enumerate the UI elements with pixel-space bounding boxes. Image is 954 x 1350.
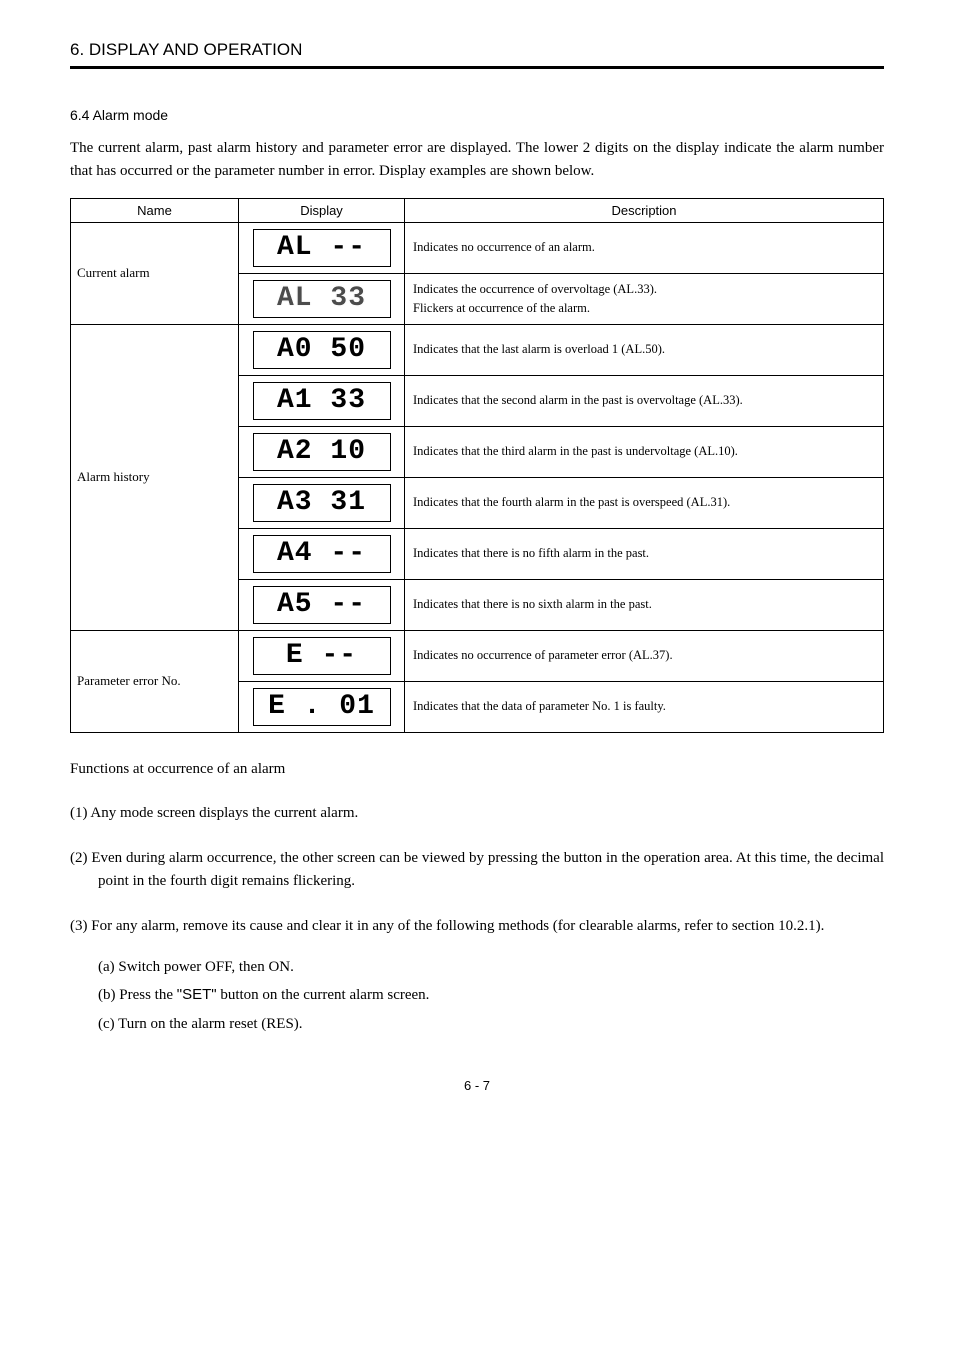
- display-cell: A4 --: [239, 528, 405, 579]
- display-cell: A1 33: [239, 375, 405, 426]
- display-cell: A0 50: [239, 324, 405, 375]
- segment-display-text: A4 --: [277, 538, 366, 569]
- segment-display-text: A2 10: [277, 436, 366, 467]
- table-header-name: Name: [71, 198, 239, 222]
- table-row: Alarm historyA0 50Indicates that the las…: [71, 324, 884, 375]
- display-cell: A5 --: [239, 579, 405, 630]
- section-header: 6. DISPLAY AND OPERATION: [70, 40, 884, 69]
- segment-display-text: A1 33: [277, 385, 366, 416]
- sub-section-header: 6.4 Alarm mode: [70, 107, 884, 123]
- segment-display-text: AL 33: [277, 283, 366, 314]
- segment-display-box: A4 --: [253, 535, 391, 573]
- segment-display-text: A5 --: [277, 589, 366, 620]
- display-cell: E --: [239, 630, 405, 681]
- segment-display-box: AL 33: [253, 280, 391, 318]
- description-cell: Indicates that there is no fifth alarm i…: [405, 528, 884, 579]
- group-name-cell: Parameter error No.: [71, 630, 239, 732]
- function-item-1: (1) Any mode screen displays the current…: [70, 802, 884, 825]
- segment-display-box: A0 50: [253, 331, 391, 369]
- description-cell: Indicates no occurrence of parameter err…: [405, 630, 884, 681]
- table-row: Current alarmAL --Indicates no occurrenc…: [71, 222, 884, 273]
- sub-item-b: (b) Press the "SET" button on the curren…: [70, 981, 884, 1010]
- segment-display-text: A3 31: [277, 487, 366, 518]
- sub-item-c: (c) Turn on the alarm reset (RES).: [70, 1010, 884, 1039]
- alarm-table: Name Display Description Current alarmAL…: [70, 198, 884, 733]
- segment-display-box: E --: [253, 637, 391, 675]
- sub-item-b-post: button on the current alarm screen.: [217, 987, 430, 1003]
- table-row: Parameter error No.E --Indicates no occu…: [71, 630, 884, 681]
- description-cell: Indicates that the third alarm in the pa…: [405, 426, 884, 477]
- description-cell: Indicates that the data of parameter No.…: [405, 681, 884, 732]
- intro-paragraph: The current alarm, past alarm history an…: [70, 137, 884, 184]
- segment-display-box: E . 01: [253, 688, 391, 726]
- sub-item-a: (a) Switch power OFF, then ON.: [70, 953, 884, 982]
- description-cell: Indicates the occurrence of overvoltage …: [405, 273, 884, 324]
- sub-item-b-pre: (b) Press the: [98, 987, 177, 1003]
- description-cell: Indicates that the second alarm in the p…: [405, 375, 884, 426]
- segment-display-box: A5 --: [253, 586, 391, 624]
- description-cell: Indicates no occurrence of an alarm.: [405, 222, 884, 273]
- page-number: 6 - 7: [70, 1078, 884, 1093]
- description-cell: Indicates that the fourth alarm in the p…: [405, 477, 884, 528]
- group-name-cell: Alarm history: [71, 324, 239, 630]
- display-cell: A2 10: [239, 426, 405, 477]
- set-button-label: "SET": [177, 986, 217, 1003]
- functions-heading: Functions at occurrence of an alarm: [70, 761, 884, 778]
- segment-display-box: A1 33: [253, 382, 391, 420]
- group-name-cell: Current alarm: [71, 222, 239, 324]
- description-cell: Indicates that there is no sixth alarm i…: [405, 579, 884, 630]
- table-header-description: Description: [405, 198, 884, 222]
- segment-display-box: A3 31: [253, 484, 391, 522]
- segment-display-text: E . 01: [268, 691, 375, 722]
- function-item-2: (2) Even during alarm occurrence, the ot…: [70, 847, 884, 894]
- display-cell: E . 01: [239, 681, 405, 732]
- segment-display-text: A0 50: [277, 334, 366, 365]
- table-header-display: Display: [239, 198, 405, 222]
- segment-display-box: A2 10: [253, 433, 391, 471]
- segment-display-text: E --: [286, 640, 357, 671]
- display-cell: AL --: [239, 222, 405, 273]
- display-cell: A3 31: [239, 477, 405, 528]
- display-cell: AL 33: [239, 273, 405, 324]
- segment-display-text: AL --: [277, 232, 366, 263]
- description-cell: Indicates that the last alarm is overloa…: [405, 324, 884, 375]
- function-item-3: (3) For any alarm, remove its cause and …: [70, 915, 884, 938]
- segment-display-box: AL --: [253, 229, 391, 267]
